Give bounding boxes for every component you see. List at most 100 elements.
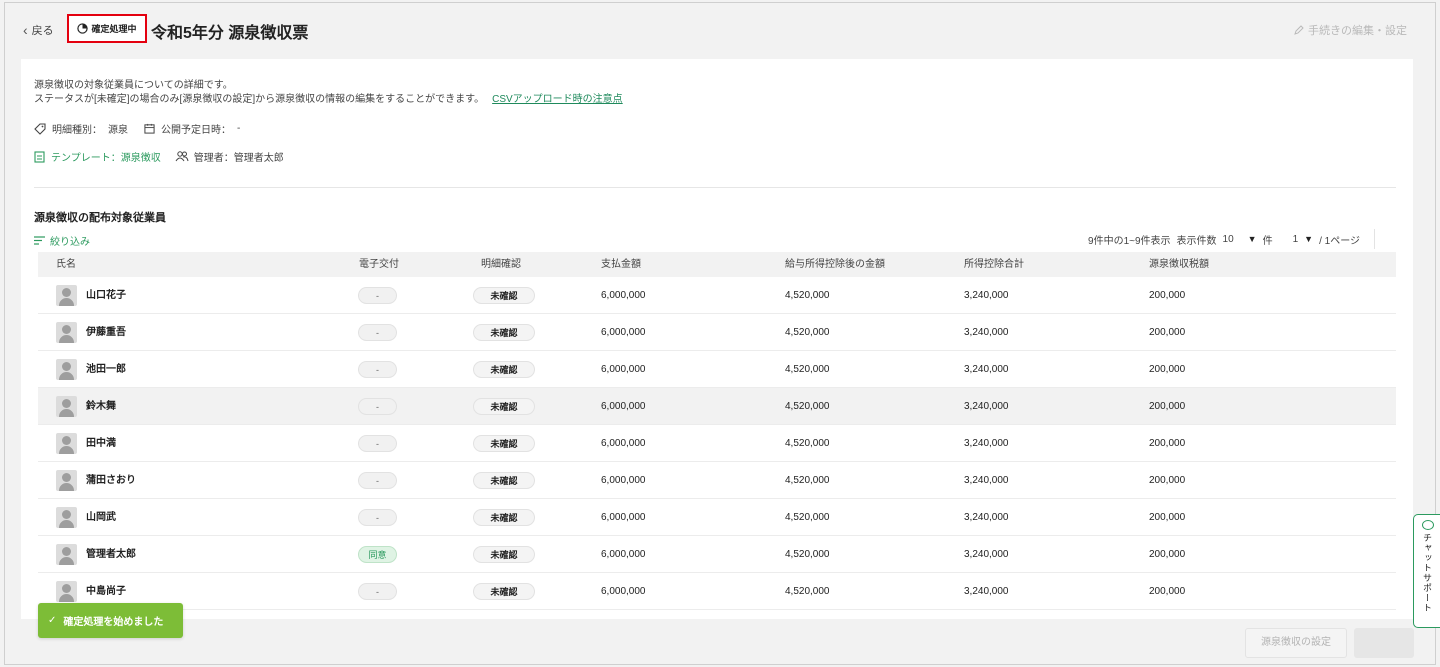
header-tax: 源泉徴収税額 [1149,259,1209,270]
tax-amount: 200,000 [1149,475,1186,486]
toast-text: 確定処理を始めました [63,617,164,628]
after-deduction-amount: 4,520,000 [785,401,830,412]
table-row[interactable]: 蒲田さおり - 未確認 6,000,000 4,520,000 3,240,000 200,… [38,462,1396,499]
header-payment: 支払金額 [601,259,641,270]
tax-amount: 200,000 [1149,364,1186,375]
per-page-label: 表示件数 [1176,235,1217,247]
after-deduction-amount: 4,520,000 [785,586,830,597]
e-delivery-badge: - [358,398,397,415]
employee-name[interactable]: 管理者太郎 [86,536,136,573]
page-select[interactable]: 1 ▼ [1293,234,1313,245]
avatar [56,285,77,306]
tax-amount: 200,000 [1149,327,1186,338]
employee-name[interactable]: 池田一郎 [86,351,126,388]
header-name: 氏名 [56,259,76,270]
caret-down-icon: ▼ [1247,234,1257,244]
payment-amount: 6,000,000 [601,290,646,301]
type-label: 明細種別： [52,125,102,136]
payment-amount: 6,000,000 [601,327,646,338]
confirm-status-badge: 未確認 [473,472,535,489]
table-row[interactable]: 山岡武 - 未確認 6,000,000 4,520,000 3,240,000 200,00… [38,499,1396,536]
after-deduction-amount: 4,520,000 [785,364,830,375]
confirm-status-badge: 未確認 [473,324,535,341]
per-page-select[interactable]: 10 ▼ [1223,234,1257,245]
tax-amount: 200,000 [1149,512,1186,523]
deduction-total-amount: 3,240,000 [964,327,1009,338]
after-deduction-amount: 4,520,000 [785,327,830,338]
withholding-settings-button[interactable]: 源泉徴収の設定 [1245,628,1347,658]
deduction-total-amount: 3,240,000 [964,290,1009,301]
table-row[interactable]: 鈴木舞 - 未確認 6,000,000 4,520,000 3,240,000 200,00… [38,388,1396,425]
employee-name[interactable]: 田中満 [86,425,116,462]
after-deduction-amount: 4,520,000 [785,475,830,486]
employee-name[interactable]: 伊藤重吾 [86,314,126,351]
e-delivery-badge: - [358,509,397,526]
e-delivery-badge: - [358,324,397,341]
employee-name[interactable]: 山岡武 [86,499,116,536]
csv-notes-link[interactable]: CSVアップロード時の注意点 [492,94,623,105]
avatar [56,507,77,528]
e-delivery-badge: 同意 [358,546,397,563]
payment-amount: 6,000,000 [601,512,646,523]
header-e-delivery: 電子交付 [359,259,399,270]
confirm-status-badge: 未確認 [473,583,535,600]
manager-info: 管理者：管理者太郎 [175,149,284,164]
page-title: 令和5年分 源泉徴収票 [151,25,309,42]
payment-amount: 6,000,000 [601,475,646,486]
page-header: ‹ 戻る 確定処理中 令和5年分 源泉徴収票 手続きの編集・設定 [5,3,1435,55]
divider [34,187,1396,188]
employee-name[interactable]: 蒲田さおり [86,462,136,499]
after-deduction-amount: 4,520,000 [785,290,830,301]
description: 源泉徴収の対象従業員についての詳細です。 ステータスが[未確定]の場合のみ[源泉… [34,79,623,107]
confirm-status-badge: 未確認 [473,398,535,415]
employee-name[interactable]: 山口花子 [86,277,126,314]
section-title: 源泉徴収の配布対象従業員 [34,212,166,224]
template-link[interactable]: テンプレート：源泉徴収 [34,149,161,164]
table-row[interactable]: 中島尚子 - 未確認 6,000,000 4,520,000 3,240,000 200,0… [38,573,1396,610]
header-after-deduction: 給与所得控除後の金額 [785,259,885,270]
e-delivery-badge: - [358,361,397,378]
progress-icon [77,23,89,34]
meta-row-2: テンプレート：源泉徴収 管理者：管理者太郎 [34,149,284,164]
table-body: 山口花子 - 未確認 6,000,000 4,520,000 3,240,000 200,0… [38,277,1396,610]
deduction-total-amount: 3,240,000 [964,549,1009,560]
chat-support-tab[interactable]: チャットサポート [1413,514,1440,628]
confirm-button[interactable] [1354,628,1414,658]
payment-amount: 6,000,000 [601,364,646,375]
table-row[interactable]: 管理者太郎 同意 未確認 6,000,000 4,520,000 3,240,000 200… [38,536,1396,573]
filter-button[interactable]: 絞り込み [34,233,90,248]
calendar-icon [144,123,155,134]
template-label: テンプレート：源泉徴収 [51,153,161,164]
publish-label: 公開予定日時： [161,125,231,136]
deduction-total-amount: 3,240,000 [964,364,1009,375]
table-row[interactable]: 山口花子 - 未確認 6,000,000 4,520,000 3,240,000 200,0… [38,277,1396,314]
avatar [56,359,77,380]
filter-label: 絞り込み [50,237,90,248]
deduction-total-amount: 3,240,000 [964,438,1009,449]
pager-summary: 9件中の1~9件表示 [1088,235,1171,247]
confirm-status-badge: 未確認 [473,546,535,563]
avatar [56,470,77,491]
edit-procedure-label: 手続きの編集・設定 [1308,25,1407,37]
after-deduction-amount: 4,520,000 [785,549,830,560]
tax-amount: 200,000 [1149,401,1186,412]
per-page-value: 10 [1222,233,1234,245]
page-value: 1 [1292,233,1299,245]
chat-bubble-icon [1421,520,1434,530]
table-row[interactable]: 池田一郎 - 未確認 6,000,000 4,520,000 3,240,000 200,0… [38,351,1396,388]
deduction-total-amount: 3,240,000 [964,401,1009,412]
header-confirm: 明細確認 [481,259,521,270]
table-row[interactable]: 田中満 - 未確認 6,000,000 4,520,000 3,240,000 200,00… [38,425,1396,462]
back-link[interactable]: ‹ 戻る [23,22,54,38]
users-icon [175,151,189,162]
confirm-status-badge: 未確認 [473,287,535,304]
e-delivery-badge: - [358,287,397,304]
back-label: 戻る [31,25,54,37]
edit-procedure-link[interactable]: 手続きの編集・設定 [1294,22,1407,38]
table-row[interactable]: 伊藤重吾 - 未確認 6,000,000 4,520,000 3,240,000 200,0… [38,314,1396,351]
pagination: 9件中の1~9件表示 表示件数 10 ▼ 件 1 ▼ / 1ページ [1088,229,1375,249]
filter-icon [34,236,45,245]
chat-support-label: チャットサポート [1422,533,1432,613]
employee-name[interactable]: 鈴木舞 [86,388,116,425]
after-deduction-amount: 4,520,000 [785,438,830,449]
